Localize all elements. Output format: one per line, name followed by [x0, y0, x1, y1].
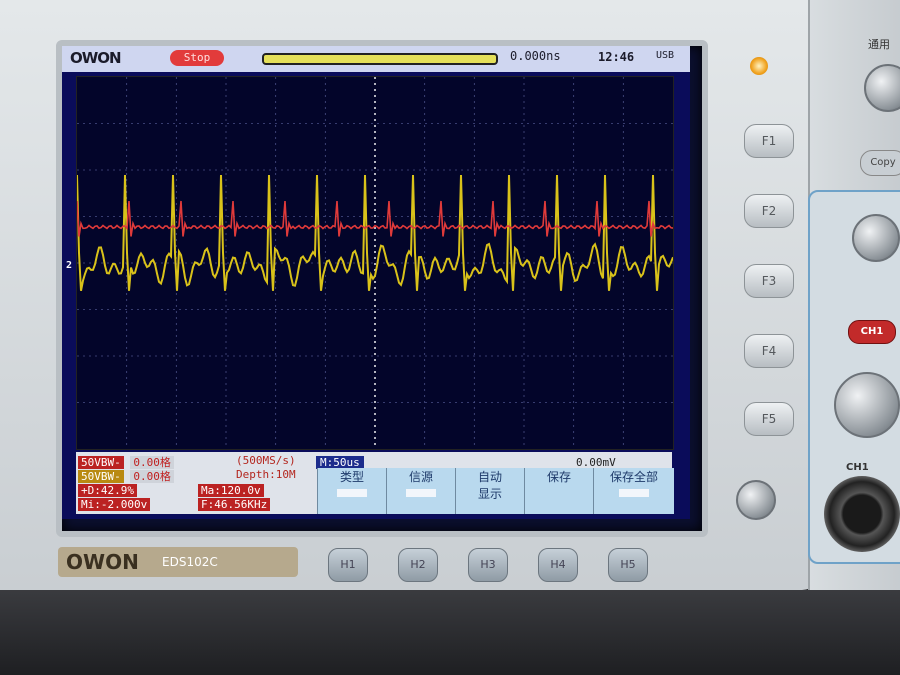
f2-key[interactable]: F2: [744, 194, 794, 228]
memory-depth: Depth:10M: [236, 468, 296, 481]
ch2-coupling: 50VBW-: [78, 470, 124, 483]
scope-screen: OWON Stop 0.000ns 12:46 USB 2 50VBW- 0.0…: [62, 46, 690, 519]
ch1-input-label: CH1: [846, 462, 869, 473]
general-label: 通用: [868, 38, 890, 51]
f4-key[interactable]: F4: [744, 334, 794, 368]
measure-max: Ma:120.0v: [198, 484, 264, 497]
status-bar: OWON Stop 0.000ns 12:46 USB: [62, 46, 690, 72]
ch1-menu-button[interactable]: CH1: [848, 320, 896, 344]
workbench: [0, 590, 900, 675]
menu-item-save[interactable]: 保存: [524, 468, 593, 514]
ch2-offset: 0.00格: [130, 470, 174, 483]
sample-rate: (500MS/s): [236, 454, 296, 467]
f3-key[interactable]: F3: [744, 264, 794, 298]
menu-item-type[interactable]: 类型: [317, 468, 386, 514]
power-indicator-lamp: [750, 57, 768, 75]
clock-readout: 12:46: [598, 50, 635, 64]
brand-plate: OWON EDS102C: [58, 547, 298, 577]
run-state-badge: Stop: [170, 50, 224, 66]
vertical-position-knob[interactable]: [852, 214, 900, 262]
h5-key[interactable]: H5: [608, 548, 648, 582]
trigger-time-readout: 0.000ns: [510, 49, 561, 63]
brand-logo: OWON: [66, 550, 139, 574]
h4-key[interactable]: H4: [538, 548, 578, 582]
measure-frequency: F:46.56KHz: [198, 498, 271, 511]
menu-item-source[interactable]: 信源: [386, 468, 455, 514]
model-label: EDS102C: [162, 555, 218, 569]
ch1-bnc-connector[interactable]: [824, 476, 900, 552]
volts-div-knob[interactable]: [834, 372, 900, 438]
menu-off-button[interactable]: [736, 480, 776, 520]
channel-ground-marker: 2: [66, 260, 73, 271]
copy-button[interactable]: Copy: [860, 150, 900, 176]
menu-item-auto-display[interactable]: 自动 显示: [455, 468, 524, 514]
h3-key[interactable]: H3: [468, 548, 508, 582]
measure-min: Mi:-2.000v: [78, 498, 151, 511]
ch2-info: 50VBW- 0.00格: [78, 468, 174, 484]
waveform-display: [76, 76, 674, 450]
f1-key[interactable]: F1: [744, 124, 794, 158]
menu-item-save-all[interactable]: 保存全部: [593, 468, 674, 514]
h1-key[interactable]: H1: [328, 548, 368, 582]
memory-position-bar: [262, 53, 498, 65]
waveform-svg: [76, 77, 674, 449]
measure-duty: +D:42.9%: [78, 484, 137, 497]
h2-key[interactable]: H2: [398, 548, 438, 582]
usb-icon: USB: [656, 50, 675, 61]
f5-key[interactable]: F5: [744, 402, 794, 436]
owon-logo: OWON: [70, 49, 122, 67]
ch1-trace: [76, 200, 674, 237]
